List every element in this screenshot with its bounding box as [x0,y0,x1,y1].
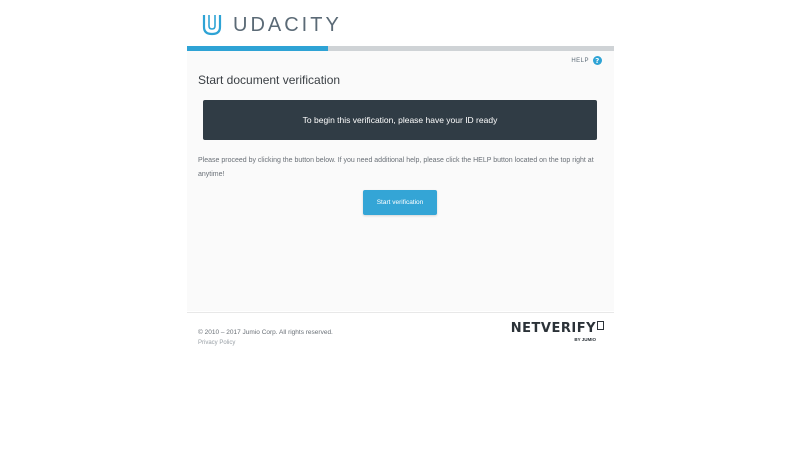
netverify-logo: NETVERIFY BY JUMIO [511,321,604,342]
banner-text: To begin this verification, please have … [302,115,498,125]
udacity-logo: UDACITY [201,12,342,38]
udacity-u-icon [202,15,222,36]
netverify-name: NETVERIFY [510,321,596,336]
question-circle-icon: ? [593,56,602,65]
progress-bar [187,46,614,51]
netverify-byline: BY JUMIO [574,337,596,342]
page-title: Start document verification [198,73,341,87]
help-label: HELP [571,57,589,64]
help-button[interactable]: HELP ? [571,56,602,65]
copyright-text: © 2010 – 2017 Jumio Corp. All rights res… [198,329,333,336]
progress-bar-fill [187,46,328,51]
verification-panel: HELP ? Start document verification To be… [187,46,614,311]
start-verification-button[interactable]: Start verification [363,190,437,215]
instructions-text: Please proceed by clicking the button be… [198,157,594,178]
jumio-badge-icon [597,321,604,330]
privacy-policy-link[interactable]: Privacy Policy [198,340,235,346]
footer: © 2010 – 2017 Jumio Corp. All rights res… [187,312,614,353]
info-banner: To begin this verification, please have … [203,100,597,140]
brand-name: UDACITY [233,13,342,36]
